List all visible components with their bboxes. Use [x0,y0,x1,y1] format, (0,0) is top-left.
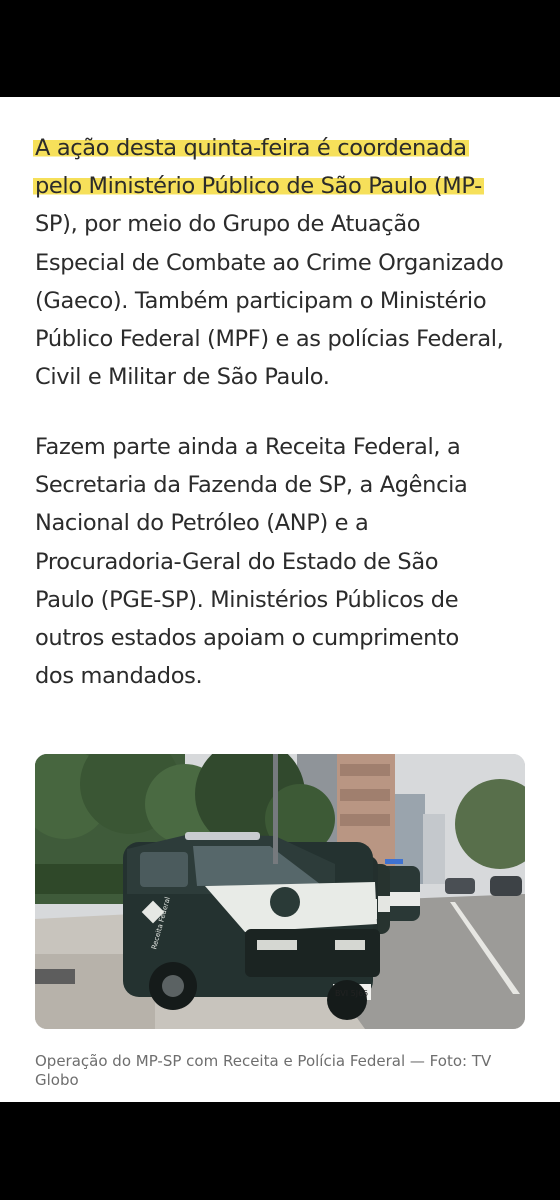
paragraph-line: pelo Ministério Público de São Paulo (MP… [33,167,535,205]
paragraph-line: A ação desta quinta-feira é coordenada [33,129,535,167]
paragraph-line: Paulo (PGE-SP). Ministérios Públicos de [35,586,459,613]
paragraph-line: Fazem parte ainda a Receita Federal, a [35,434,461,460]
paragraph-line: Secretaria da Fazenda de SP, a Agência [35,472,468,499]
license-plate: BVI 5J65 [335,989,368,998]
paragraph-line: (Gaeco). Também participam o Ministério [35,287,487,314]
highlighted-text: pelo Ministério Público de São Paulo (MP… [33,173,484,200]
paragraph-line: Nacional do Petróleo (ANP) e a [35,510,369,537]
article-paragraph-2: Fazem parte ainda a Receita Federal, a S… [35,428,535,695]
paragraph-line: Especial de Combate ao Crime Organizado [35,249,504,276]
paragraph-line: outros estados apoiam o cumprimento [35,625,459,652]
paragraph-line: Procuradoria-Geral do Estado de São [35,548,439,575]
screenshot: A ação desta quinta-feira é coordenada p… [0,0,560,1200]
article-paragraph-1: A ação desta quinta-feira é coordenada p… [33,129,535,396]
caption-line: Globo [35,1071,79,1089]
article-body: A ação desta quinta-feira é coordenada p… [0,97,560,1102]
paragraph-line: dos mandados. [35,663,203,690]
photo-illustration: Receita Federal BVI 5J65 [35,754,525,1029]
caption-line: Operação do MP-SP com Receita e Polícia … [35,1052,492,1070]
article-photo[interactable]: Receita Federal BVI 5J65 [35,754,525,1029]
photo-caption: Operação do MP-SP com Receita e Polícia … [35,1052,535,1090]
paragraph-line: SP), por meio do Grupo de Atuação [35,211,421,238]
paragraph-line: Civil e Militar de São Paulo. [35,364,330,391]
paragraph-line: Público Federal (MPF) e as polícias Fede… [35,326,504,353]
highlighted-text: A ação desta quinta-feira é coordenada [33,135,469,161]
